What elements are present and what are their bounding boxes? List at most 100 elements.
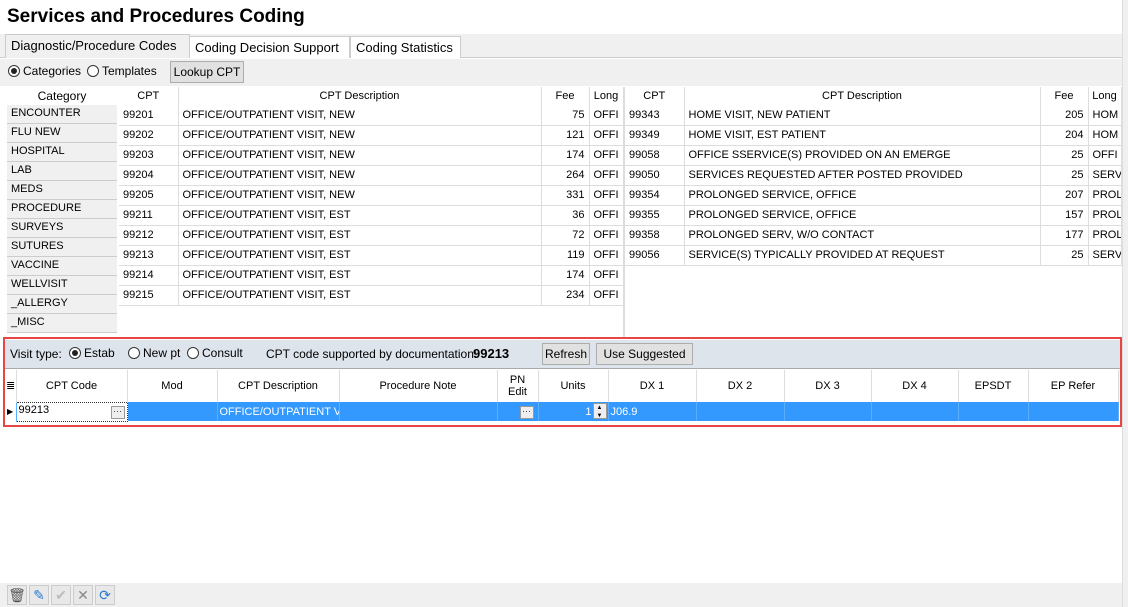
table-row[interactable]: 99215 OFFICE/OUTPATIENT VISIT, EST 234 OFFI [119, 285, 624, 306]
highlight-box [3, 337, 1122, 427]
table-row[interactable]: 99214 OFFICE/OUTPATIENT VISIT, EST 174 OFFI [119, 265, 624, 286]
cpt-table-left: CPT CPT Description Fee Long 99201 OFFICE… [119, 87, 624, 306]
long-cell: HOM [1088, 125, 1122, 146]
description-cell: PROLONGED SERVICE, OFFICE [684, 205, 1041, 226]
category-item[interactable]: LAB [7, 162, 117, 181]
category-list: Category ENCOUNTER FLU NEW HOSPITAL LAB MEDS… [7, 87, 117, 333]
fee-cell: 25 [1040, 165, 1089, 186]
table-row[interactable]: 99213 OFFICE/OUTPATIENT VISIT, EST 119 OFFI [119, 245, 624, 266]
refresh-icon[interactable]: ⟳ [95, 585, 115, 605]
long-cell: OFFI [589, 105, 624, 126]
category-item[interactable]: ENCOUNTER [7, 105, 117, 124]
fee-cell: 119 [541, 245, 590, 266]
description-cell: OFFICE/OUTPATIENT VISIT, EST [178, 245, 542, 266]
cpt-cell: 99215 [119, 285, 179, 306]
long-cell: OFFI [589, 125, 624, 146]
table-row[interactable]: 99358 PROLONGED SERV, W/O CONTACT 177 PROL [625, 225, 1122, 246]
table-row[interactable]: 99343 HOME VISIT, NEW PATIENT 205 HOM [625, 105, 1122, 126]
category-item[interactable]: _ALLERGY [7, 295, 117, 314]
fee-cell: 205 [1040, 105, 1089, 126]
table-row[interactable]: 99201 OFFICE/OUTPATIENT VISIT, NEW 75 OFFI [119, 105, 624, 126]
table-row[interactable]: 99202 OFFICE/OUTPATIENT VISIT, NEW 121 OFFI [119, 125, 624, 146]
cpt-cell: 99212 [119, 225, 179, 246]
radio-indicator [87, 65, 99, 77]
table-row[interactable]: 99056 SERVICE(S) TYPICALLY PROVIDED AT RE… [625, 245, 1122, 266]
cpt-cell: 99204 [119, 165, 179, 186]
long-cell: OFFI [589, 245, 624, 266]
cpt-cell: 99213 [119, 245, 179, 266]
column-header-cpt[interactable]: CPT [119, 87, 179, 105]
long-cell: OFFI [589, 265, 624, 286]
long-cell: SERV [1088, 165, 1122, 186]
category-item[interactable]: _MISC [7, 314, 117, 333]
category-item[interactable]: WELLVISIT [7, 276, 117, 295]
long-cell: PROL [1088, 205, 1122, 226]
cpt-table-right: CPT CPT Description Fee Long 99343 HOME V… [625, 87, 1122, 266]
column-header-description[interactable]: CPT Description [684, 87, 1041, 105]
table-row[interactable]: 99212 OFFICE/OUTPATIENT VISIT, EST 72 OFFI [119, 225, 624, 246]
trash-icon[interactable]: 🗑 [7, 585, 27, 605]
cpt-cell: 99056 [625, 245, 685, 266]
table-row[interactable]: 99355 PROLONGED SERVICE, OFFICE 157 PROL [625, 205, 1122, 226]
category-item[interactable]: PROCEDURE [7, 200, 117, 219]
column-header-description[interactable]: CPT Description [178, 87, 542, 105]
table-row[interactable]: 99349 HOME VISIT, EST PATIENT 204 HOM [625, 125, 1122, 146]
description-cell: PROLONGED SERV, W/O CONTACT [684, 225, 1041, 246]
tab-diagnostic-procedure-codes[interactable]: Diagnostic/Procedure Codes [5, 34, 190, 58]
column-header-cpt[interactable]: CPT [625, 87, 685, 105]
table-row[interactable]: 99050 SERVICES REQUESTED AFTER POSTED PRO… [625, 165, 1122, 186]
column-header-long[interactable]: Long [1088, 87, 1122, 105]
table-row[interactable]: 99354 PROLONGED SERVICE, OFFICE 207 PROL [625, 185, 1122, 206]
description-cell: OFFICE/OUTPATIENT VISIT, NEW [178, 125, 542, 146]
category-header: Category [7, 87, 117, 105]
long-cell: OFFI [589, 225, 624, 246]
long-cell: PROL [1088, 225, 1122, 246]
tab-coding-statistics[interactable]: Coding Statistics [350, 36, 461, 58]
category-item[interactable]: SURVEYS [7, 219, 117, 238]
long-cell: OFFI [1088, 145, 1122, 166]
fee-cell: 25 [1040, 245, 1089, 266]
cpt-cell: 99205 [119, 185, 179, 206]
description-cell: OFFICE/OUTPATIENT VISIT, NEW [178, 165, 542, 186]
category-toolbar: Categories Templates Lookup CPT [0, 59, 1122, 86]
x-icon[interactable]: ✕ [73, 585, 93, 605]
description-cell: OFFICE/OUTPATIENT VISIT, NEW [178, 105, 542, 126]
long-cell: OFFI [589, 145, 624, 166]
long-cell: OFFI [589, 185, 624, 206]
check-icon[interactable]: ✔ [51, 585, 71, 605]
description-cell: OFFICE SSERVICE(S) PROVIDED ON AN EMERGE [684, 145, 1041, 166]
description-cell: PROLONGED SERVICE, OFFICE [684, 185, 1041, 206]
page-title: Services and Procedures Coding [7, 6, 305, 27]
category-item[interactable]: SUTURES [7, 238, 117, 257]
category-item[interactable]: FLU NEW [7, 124, 117, 143]
pencil-icon[interactable]: ✎ [29, 585, 49, 605]
table-row[interactable]: 99205 OFFICE/OUTPATIENT VISIT, NEW 331 OFFI [119, 185, 624, 206]
table-row[interactable]: 99203 OFFICE/OUTPATIENT VISIT, NEW 174 OFFI [119, 145, 624, 166]
category-item[interactable]: HOSPITAL [7, 143, 117, 162]
categories-radio[interactable]: Categories [8, 64, 81, 78]
lookup-cpt-button[interactable]: Lookup CPT [170, 61, 244, 83]
description-cell: OFFICE/OUTPATIENT VISIT, NEW [178, 145, 542, 166]
column-header-long[interactable]: Long [589, 87, 624, 105]
templates-radio[interactable]: Templates [87, 64, 157, 78]
tab-coding-decision-support[interactable]: Coding Decision Support [189, 36, 350, 58]
category-item[interactable]: MEDS [7, 181, 117, 200]
cpt-cell: 99358 [625, 225, 685, 246]
description-cell: OFFICE/OUTPATIENT VISIT, EST [178, 285, 542, 306]
fee-cell: 174 [541, 265, 590, 286]
table-row[interactable]: 99058 OFFICE SSERVICE(S) PROVIDED ON AN E… [625, 145, 1122, 166]
cpt-cell: 99202 [119, 125, 179, 146]
category-item[interactable]: VACCINE [7, 257, 117, 276]
long-cell: SERV [1088, 245, 1122, 266]
table-row[interactable]: 99204 OFFICE/OUTPATIENT VISIT, NEW 264 OFFI [119, 165, 624, 186]
table-row[interactable]: 99211 OFFICE/OUTPATIENT VISIT, EST 36 OFFI [119, 205, 624, 226]
column-header-fee[interactable]: Fee [541, 87, 590, 105]
cpt-cell: 99058 [625, 145, 685, 166]
fee-cell: 207 [1040, 185, 1089, 206]
column-header-fee[interactable]: Fee [1040, 87, 1089, 105]
cpt-cell: 99203 [119, 145, 179, 166]
bottom-toolbar: 🗑 ✎ ✔ ✕ ⟳ [0, 583, 1122, 607]
fee-cell: 204 [1040, 125, 1089, 146]
cpt-cell: 99201 [119, 105, 179, 126]
fee-cell: 157 [1040, 205, 1089, 226]
